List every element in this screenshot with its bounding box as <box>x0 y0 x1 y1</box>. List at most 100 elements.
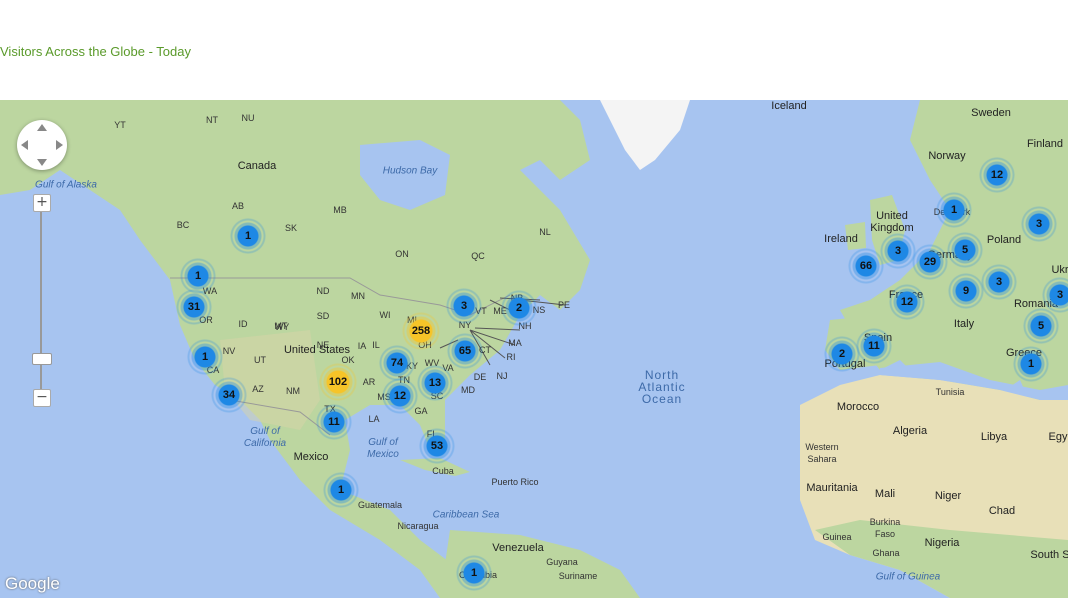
map-label: QC <box>471 251 485 261</box>
visitor-cluster-marker[interactable]: 1 <box>454 553 494 593</box>
cluster-count: 13 <box>428 377 442 389</box>
map-label: Sweden <box>971 107 1011 119</box>
visitor-cluster-marker[interactable]: 34 <box>209 375 249 415</box>
visitor-cluster-marker[interactable]: 102 <box>318 362 358 402</box>
map-label: BC <box>176 220 190 230</box>
visitor-cluster-marker[interactable]: 3 <box>979 262 1019 302</box>
map-label: Canada <box>237 160 277 172</box>
pan-control[interactable] <box>17 120 67 170</box>
cluster-count: 1 <box>244 230 252 242</box>
map-label: South S <box>1030 549 1068 561</box>
map-label: AZ <box>252 384 264 394</box>
cluster-count: 2 <box>515 302 523 314</box>
cluster-count: 34 <box>222 389 236 401</box>
pan-left-icon[interactable] <box>21 140 28 150</box>
visitor-cluster-marker[interactable]: 53 <box>417 426 457 466</box>
google-logo: Google <box>5 574 60 593</box>
map-label: Hudson Bay <box>382 165 438 177</box>
map-label: Finland <box>1026 138 1064 150</box>
map-label: UT <box>254 355 266 365</box>
visitor-cluster-marker[interactable]: 65 <box>445 331 485 371</box>
world-map[interactable]: Iceland Sweden Finland Norway Canada Hudson B… <box>0 100 1068 598</box>
map-label: Guyana <box>546 557 578 567</box>
map-label: Poland <box>986 234 1022 246</box>
visitor-cluster-marker[interactable]: 11 <box>314 402 354 442</box>
cluster-count: 66 <box>859 260 873 272</box>
map-label: Suriname <box>558 571 598 581</box>
map-label: MN <box>351 291 365 301</box>
pan-right-icon[interactable] <box>56 140 63 150</box>
map-label: Puerto Rico <box>491 477 539 487</box>
cluster-count: 1 <box>470 567 478 579</box>
visitor-cluster-marker[interactable]: 3 <box>878 231 918 271</box>
visitor-cluster-marker[interactable]: 3 <box>1019 204 1059 244</box>
map-label: NM <box>286 386 300 396</box>
cluster-count: 1 <box>1027 358 1035 370</box>
map-label: North Atlantic Ocean <box>638 368 686 406</box>
map-label: Gulf of Guinea <box>875 571 941 583</box>
map-label: Guatemala <box>357 500 403 510</box>
visitor-cluster-marker[interactable]: 1 <box>1011 344 1051 384</box>
map-label: Niger <box>934 490 962 502</box>
cluster-count: 5 <box>1037 320 1045 332</box>
cluster-count: 3 <box>894 245 902 257</box>
map-label: MA <box>508 338 522 348</box>
zoom-in-button[interactable]: + <box>33 194 51 212</box>
map-label: IL <box>372 340 380 350</box>
visitor-cluster-marker[interactable]: 5 <box>1021 306 1061 346</box>
map-label: Venezuela <box>492 542 544 554</box>
map-label: United Kingdom <box>870 210 914 234</box>
visitor-cluster-marker[interactable]: 31 <box>174 287 214 327</box>
cluster-count: 31 <box>187 301 201 313</box>
cluster-count: 29 <box>923 256 937 268</box>
visitor-cluster-marker[interactable]: 2 <box>499 288 539 328</box>
map-label: AB <box>231 201 245 211</box>
cluster-count: 2 <box>838 348 846 360</box>
cluster-count: 5 <box>961 244 969 256</box>
cluster-count: 258 <box>411 325 431 337</box>
map-label: Gulf of Alaska <box>35 179 97 191</box>
visitor-cluster-marker[interactable]: 11 <box>854 326 894 366</box>
map-label: SK <box>284 223 298 233</box>
visitor-cluster-marker[interactable]: 5 <box>945 230 985 270</box>
map-label: Guinea <box>822 532 852 542</box>
visitor-cluster-marker[interactable]: 1 <box>185 337 225 377</box>
visitor-cluster-marker[interactable]: 13 <box>415 363 455 403</box>
map-label: Ireland <box>824 233 858 245</box>
pan-down-icon[interactable] <box>37 159 47 166</box>
visitor-cluster-marker[interactable]: 12 <box>887 282 927 322</box>
zoom-out-button[interactable]: − <box>33 389 51 407</box>
cluster-count: 12 <box>393 390 407 402</box>
page-title: Visitors Across the Globe - Today <box>0 44 192 59</box>
map-label: IA <box>357 341 367 351</box>
cluster-count: 11 <box>328 416 340 428</box>
visitor-cluster-marker[interactable]: 3 <box>444 286 484 326</box>
map-label: United States <box>283 344 351 356</box>
map-label: LA <box>368 414 380 424</box>
map-label: Libya <box>980 431 1008 443</box>
cluster-count: 53 <box>430 440 444 452</box>
map-label: Tunisia <box>935 387 965 397</box>
map-label: Mauritania <box>806 482 858 494</box>
map-label: Norway <box>928 150 966 162</box>
visitor-cluster-marker[interactable]: 1 <box>321 470 361 510</box>
map-label: ND <box>316 286 330 296</box>
map-label: ID <box>238 319 248 329</box>
greenland-land <box>600 100 690 170</box>
pan-up-icon[interactable] <box>37 124 47 131</box>
map-label: Mali <box>874 488 896 500</box>
map-label: Morocco <box>836 401 880 413</box>
visitor-cluster-marker[interactable]: 258 <box>401 311 441 351</box>
map-label: Algeria <box>892 425 928 437</box>
cluster-count: 1 <box>950 204 958 216</box>
visitor-cluster-marker[interactable]: 1 <box>934 190 974 230</box>
map-label: Gulf of Mexico <box>367 437 399 460</box>
map-label: PE <box>557 300 571 310</box>
cluster-count: 12 <box>900 296 914 308</box>
map-label: Gulf of California <box>243 426 287 449</box>
map-label: ON <box>395 249 409 259</box>
visitor-cluster-marker[interactable]: 1 <box>228 216 268 256</box>
zoom-slider-handle[interactable] <box>32 353 52 365</box>
visitor-cluster-marker[interactable]: 12 <box>977 155 1017 195</box>
visitor-cluster-marker[interactable]: 12 <box>380 376 420 416</box>
